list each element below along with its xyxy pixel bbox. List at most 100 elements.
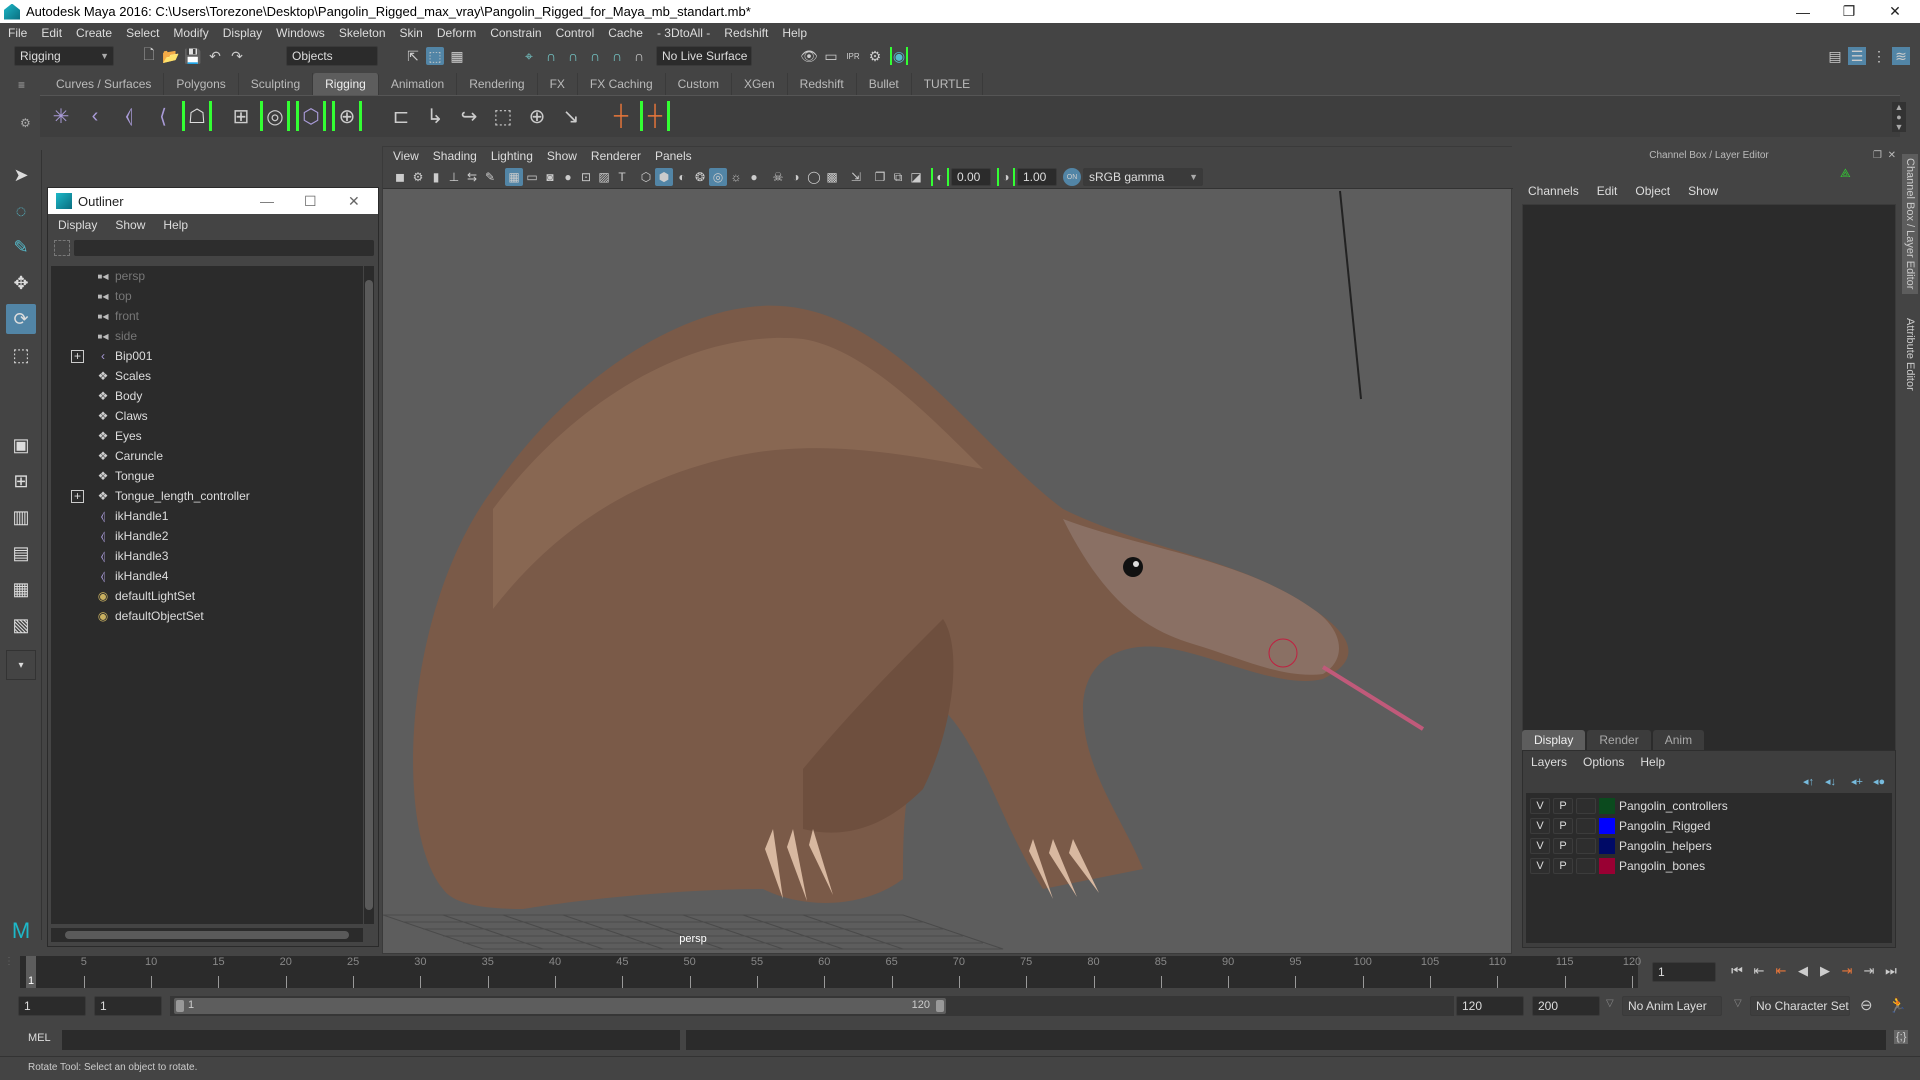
layer-display-type-toggle[interactable] [1576, 838, 1596, 854]
snap-live-icon[interactable]: ∩ [608, 47, 626, 65]
scroll-thumb[interactable] [65, 931, 349, 939]
four-view-layout-icon[interactable]: ⊞ [6, 466, 36, 496]
outliner-item[interactable]: ⦉ ikHandle3 [51, 546, 351, 566]
joint-tool-icon[interactable]: ✳ [46, 101, 76, 131]
play-backwards-icon[interactable]: ◀ [1794, 962, 1812, 980]
channel-box-menu-channels[interactable]: Channels [1528, 184, 1579, 198]
tool-settings-toggle-icon[interactable]: ⋮ [1870, 47, 1888, 65]
menu-constrain[interactable]: Constrain [490, 26, 541, 40]
bookmark-icon[interactable]: ▮ [427, 168, 445, 186]
attribute-editor-toggle-icon[interactable]: ☰ [1848, 47, 1866, 65]
layer-playback-toggle[interactable]: P [1553, 798, 1573, 814]
layer-visibility-toggle[interactable]: V [1530, 798, 1550, 814]
persp-graph-layout-icon[interactable]: ▤ [6, 538, 36, 568]
command-input[interactable] [62, 1030, 680, 1050]
layer-tab-display[interactable]: Display [1522, 730, 1586, 750]
single-perspective-layout-icon[interactable]: ▣ [6, 430, 36, 460]
close-panel-icon[interactable]: ✕ [1888, 150, 1896, 161]
playback-start-field[interactable]: 1 [94, 996, 162, 1016]
menu-create[interactable]: Create [76, 26, 112, 40]
wireframe-on-shaded-icon[interactable]: ❂ [691, 168, 709, 186]
menu-skeleton[interactable]: Skeleton [339, 26, 386, 40]
snap-point-icon[interactable]: ∩ [564, 47, 582, 65]
channel-box-menu-object[interactable]: Object [1635, 184, 1670, 198]
ik-spline-tool-icon[interactable]: ⦉ [114, 101, 144, 131]
gamma-icon[interactable]: ◑ [997, 168, 1015, 186]
paint-select-tool-icon[interactable]: ✎ [6, 232, 36, 262]
layer-menu-help[interactable]: Help [1640, 755, 1665, 769]
animation-preferences-icon[interactable]: 🏃 [1888, 996, 1907, 1014]
outliner-item[interactable]: ❖ Caruncle [51, 446, 351, 466]
modeling-toolkit-icon[interactable]: ▤ [1826, 47, 1844, 65]
shelf-tab-custom[interactable]: Custom [665, 73, 732, 95]
safe-title-icon[interactable]: T [613, 168, 631, 186]
shelf-tab-rigging[interactable]: Rigging [313, 73, 379, 95]
render-settings-icon[interactable]: ⚙ [866, 47, 884, 65]
field-chart-icon[interactable]: ⊡ [577, 168, 595, 186]
minimize-button[interactable]: — [260, 193, 274, 209]
ik-handle-tool-icon[interactable]: ‹ [80, 101, 110, 131]
shelf-tab-fx[interactable]: FX [537, 73, 578, 95]
camera-select-icon[interactable]: ◼ [391, 168, 409, 186]
hypershade-icon[interactable]: ◉ [890, 47, 908, 65]
film-gate-icon[interactable]: ▭ [523, 168, 541, 186]
viewport-menu-lighting[interactable]: Lighting [491, 149, 533, 163]
layer-display-type-toggle[interactable] [1576, 858, 1596, 874]
shelf-tab-sculpting[interactable]: Sculpting [238, 73, 314, 95]
shadows-icon[interactable]: ● [745, 168, 763, 186]
anti-aliasing-icon[interactable]: ◯ [805, 168, 823, 186]
viewport-menu-shading[interactable]: Shading [433, 149, 477, 163]
tab-attribute-editor[interactable]: Attribute Editor [1902, 304, 1918, 404]
range-slider[interactable]: 1 120 [174, 998, 946, 1014]
shelf-menu-icon[interactable]: ≡ [18, 78, 36, 92]
shelf-tab-redshift[interactable]: Redshift [787, 73, 857, 95]
pangolin-model[interactable] [413, 305, 1425, 909]
filter-icon[interactable] [54, 240, 70, 256]
ik-spline-handle-icon[interactable]: ⟨ [148, 101, 178, 131]
viewport-menu-view[interactable]: View [393, 149, 419, 163]
outliner-item[interactable]: ⦉ ikHandle2 [51, 526, 351, 546]
range-start-handle[interactable] [176, 1000, 184, 1012]
shelf-tab-curves-surfaces[interactable]: Curves / Surfaces [44, 73, 165, 95]
start-time-field[interactable]: 1 [18, 996, 86, 1016]
gamma-field[interactable]: 1.00 [1017, 168, 1057, 186]
outliner-item[interactable]: ■◀ top [51, 286, 351, 306]
gate-mask-icon[interactable]: ● [559, 168, 577, 186]
save-scene-icon[interactable]: 💾 [184, 47, 202, 65]
outliner-item[interactable]: ❖ Eyes [51, 426, 351, 446]
playback-end-field[interactable]: 120 [1456, 996, 1524, 1016]
outliner-horizontal-scrollbar[interactable] [51, 928, 363, 942]
open-scene-icon[interactable]: 📂 [162, 47, 180, 65]
outliner-item[interactable]: ■◀ side [51, 326, 351, 346]
snap-grid-icon[interactable]: ⌖ [520, 47, 538, 65]
rotate-tool-icon[interactable]: ⟳ [6, 304, 36, 334]
step-forward-frame-icon[interactable]: ⇥ [1860, 962, 1878, 980]
outliner-item[interactable]: ❖ Scales [51, 366, 351, 386]
character-set-dropdown[interactable]: No Character Set [1750, 996, 1850, 1016]
view-transform-dropdown[interactable]: sRGB gamma ▼ [1083, 168, 1203, 186]
select-tool-icon[interactable]: ➤ [6, 160, 36, 190]
color-management-toggle-icon[interactable]: ON [1063, 168, 1081, 186]
layer-row[interactable]: V P Pangolin_Rigged [1530, 817, 1890, 835]
layer-color-swatch[interactable] [1599, 858, 1615, 874]
current-time-marker[interactable]: 1 [26, 956, 36, 988]
orient-constraint-icon[interactable]: ↪ [454, 101, 484, 131]
expand-icon[interactable]: + [71, 349, 84, 363]
minimize-button[interactable]: — [1780, 0, 1826, 23]
screen-space-ao-icon[interactable]: ☠ [769, 168, 787, 186]
layer-playback-toggle[interactable]: P [1553, 838, 1573, 854]
xray-active-icon[interactable]: ◪ [907, 168, 925, 186]
parent-constraint-icon[interactable]: ⊏ [386, 101, 416, 131]
command-language-label[interactable]: MEL [28, 1032, 51, 1044]
interactive-bind-icon[interactable]: ◎ [260, 101, 290, 131]
magnet-icon[interactable]: ∩ [630, 47, 648, 65]
select-object-icon[interactable]: ⬚ [426, 47, 444, 65]
ipr-render-icon[interactable]: IPR [844, 47, 862, 65]
remove-influence-icon[interactable]: ┼ [640, 101, 670, 131]
selection-mode-dropdown[interactable]: Objects [286, 46, 378, 66]
redo-icon[interactable]: ↷ [228, 47, 246, 65]
scale-tool-icon[interactable]: ⬚ [6, 340, 36, 370]
motion-blur-icon[interactable]: ◑ [787, 168, 805, 186]
layout-more-icon[interactable]: ▾ [6, 650, 36, 680]
scene-canvas[interactable] [383, 189, 1511, 953]
